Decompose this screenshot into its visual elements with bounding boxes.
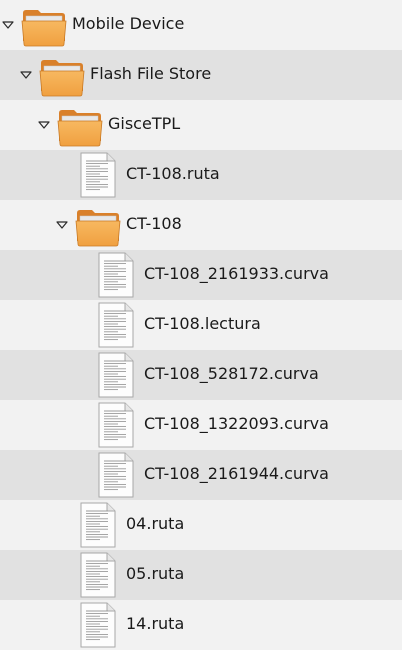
expander-triangle-down-icon[interactable] xyxy=(56,219,68,231)
expander-triangle-down-icon[interactable] xyxy=(20,69,32,81)
text-file-icon xyxy=(74,601,122,649)
tree-row-ct-108-lectura[interactable]: CT-108.lectura xyxy=(0,300,402,350)
tree-row-label: GisceTPL xyxy=(108,114,181,133)
text-file-icon xyxy=(74,501,122,549)
tree-row-14-ruta[interactable]: 14.ruta xyxy=(0,600,402,650)
folder-icon xyxy=(38,51,86,99)
expander-triangle-down-icon[interactable] xyxy=(38,119,50,131)
folder-icon xyxy=(56,101,104,149)
tree-row-label: CT-108_2161933.curva xyxy=(144,264,329,283)
tree-row-ct-108-528172-curva[interactable]: CT-108_528172.curva xyxy=(0,350,402,400)
tree-row-ct-108-1322093-curva[interactable]: CT-108_1322093.curva xyxy=(0,400,402,450)
text-file-icon xyxy=(92,401,140,449)
text-file-icon xyxy=(92,451,140,499)
tree-row-label: 14.ruta xyxy=(126,614,185,633)
tree-row-ct-108-folder[interactable]: CT-108 xyxy=(0,200,402,250)
tree-row-label: CT-108.ruta xyxy=(126,164,220,183)
text-file-icon xyxy=(92,351,140,399)
text-file-icon xyxy=(92,251,140,299)
folder-icon xyxy=(20,1,68,49)
tree-row-label: CT-108_2161944.curva xyxy=(144,464,329,483)
expander-triangle-down-icon[interactable] xyxy=(2,19,14,31)
tree-row-label: Flash File Store xyxy=(90,64,212,83)
tree-row-flash-file-store[interactable]: Flash File Store xyxy=(0,50,402,100)
tree-row-mobile-device[interactable]: Mobile Device xyxy=(0,0,402,50)
tree-row-label: CT-108.lectura xyxy=(144,314,261,333)
tree-row-04-ruta[interactable]: 04.ruta xyxy=(0,500,402,550)
tree-row-ct-108-ruta[interactable]: CT-108.ruta xyxy=(0,150,402,200)
tree-row-label: 04.ruta xyxy=(126,514,185,533)
tree-row-gisce-tpl[interactable]: GisceTPL xyxy=(0,100,402,150)
folder-icon xyxy=(74,201,122,249)
tree-row-label: CT-108 xyxy=(126,214,182,233)
text-file-icon xyxy=(74,151,122,199)
tree-row-ct-108-2161933-curva[interactable]: CT-108_2161933.curva xyxy=(0,250,402,300)
text-file-icon xyxy=(92,301,140,349)
file-tree: Mobile Device Flash File Store GisceTPL CT-… xyxy=(0,0,402,650)
tree-row-label: CT-108_1322093.curva xyxy=(144,414,329,433)
text-file-icon xyxy=(74,551,122,599)
tree-row-ct-108-2161944-curva[interactable]: CT-108_2161944.curva xyxy=(0,450,402,500)
tree-row-label: 05.ruta xyxy=(126,564,185,583)
tree-row-05-ruta[interactable]: 05.ruta xyxy=(0,550,402,600)
tree-row-label: CT-108_528172.curva xyxy=(144,364,319,383)
tree-row-label: Mobile Device xyxy=(72,14,185,33)
